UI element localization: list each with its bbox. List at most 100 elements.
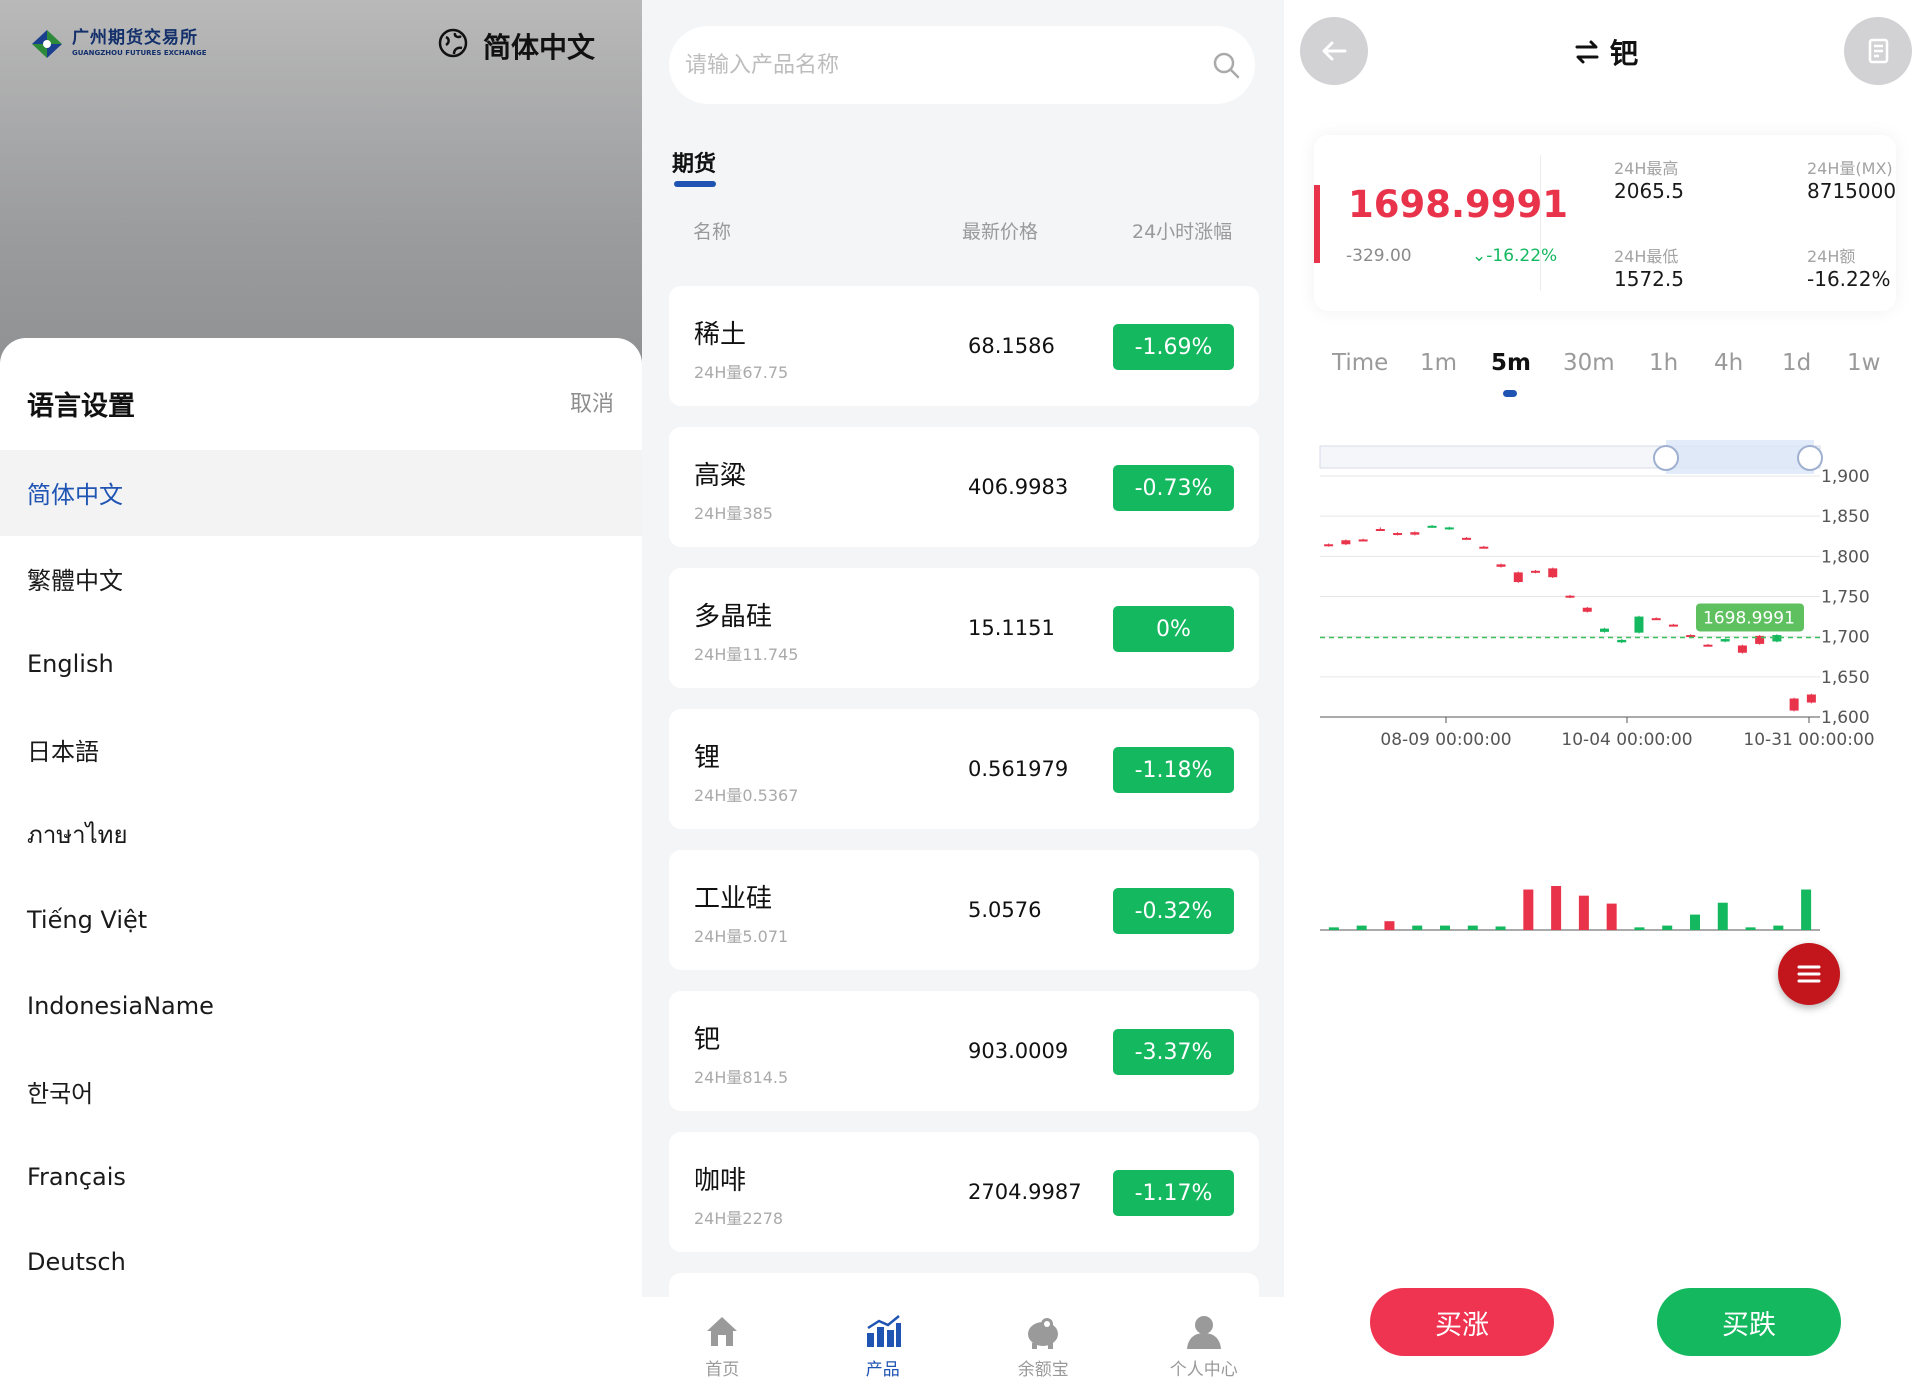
product-row[interactable]: 钯 24H量814.5 903.0009 -3.37% <box>669 991 1259 1111</box>
timeframe-1d[interactable]: 1d <box>1782 350 1811 376</box>
volume-bar <box>1495 926 1506 930</box>
arrow-left-icon <box>1322 41 1347 61</box>
language-option-vi[interactable]: Tiếng Việt <box>0 878 642 964</box>
volume-bar <box>1384 921 1395 930</box>
product-row[interactable]: 多晶硅 24H量11.745 15.1151 0% <box>669 568 1259 688</box>
nav-products-label: 产品 <box>865 1360 900 1380</box>
user-icon <box>1186 1316 1221 1349</box>
cancel-button[interactable]: 取消 <box>570 386 614 418</box>
volume-bar <box>1745 927 1756 930</box>
product-list: 稀土 24H量67.75 68.1586 -1.69% 高粱 24H量385 4… <box>669 286 1259 1389</box>
last-price: 1698.9991 <box>1348 183 1569 226</box>
buy-down-button[interactable]: 买跌 <box>1657 1288 1841 1356</box>
candle-body <box>1772 635 1782 642</box>
product-row[interactable]: 稀土 24H量67.75 68.1586 -1.69% <box>669 286 1259 406</box>
nav-yuebao[interactable]: 余额宝 <box>963 1297 1124 1389</box>
volume-bar <box>1578 895 1589 930</box>
last-price-tag-text: 1698.9991 <box>1703 608 1795 628</box>
nav-products[interactable]: 产品 <box>803 1297 964 1389</box>
language-option-zh-hant[interactable]: 繁體中文 <box>0 536 642 622</box>
candle-body <box>1565 595 1575 598</box>
y-tick-label: 1,700 <box>1821 628 1870 648</box>
product-row[interactable]: 咖啡 24H量2278 2704.9987 -1.17% <box>669 1132 1259 1252</box>
candle-body <box>1703 644 1713 647</box>
candle-body <box>1513 572 1523 583</box>
volume-bar <box>1690 914 1700 930</box>
price-diff: -329.00 <box>1346 246 1412 266</box>
timeframe-time[interactable]: Time <box>1332 350 1388 376</box>
nav-profile[interactable]: 个人中心 <box>1124 1297 1285 1389</box>
language-option-zh-hans[interactable]: 简体中文 <box>0 450 642 536</box>
volume-bar <box>1606 903 1617 930</box>
nav-home[interactable]: 首页 <box>642 1297 803 1389</box>
range-handle-right[interactable] <box>1797 445 1823 471</box>
back-button[interactable] <box>1300 17 1368 85</box>
last-price-tag: 1698.9991 <box>1696 603 1804 632</box>
timeframe-30m[interactable]: 30m <box>1563 350 1615 376</box>
language-option-th[interactable]: ภาษาไทย <box>0 792 642 878</box>
timeframe-4h[interactable]: 4h <box>1714 350 1743 376</box>
volume-bar <box>1662 925 1673 930</box>
y-tick-label: 1,600 <box>1821 708 1870 728</box>
search-icon[interactable] <box>1211 50 1241 80</box>
nav-profile-label: 个人中心 <box>1169 1360 1238 1380</box>
product-row[interactable]: 高粱 24H量385 406.9983 -0.73% <box>669 427 1259 547</box>
volume-bar <box>1412 925 1423 930</box>
product-name: 多晶硅 <box>694 602 773 632</box>
candle-body <box>1806 694 1816 703</box>
volume-bar <box>1801 889 1812 930</box>
timeframe-indicator <box>1503 390 1517 397</box>
candle-body <box>1582 607 1592 612</box>
orders-button[interactable] <box>1844 17 1912 85</box>
product-name: 工业硅 <box>694 884 773 914</box>
column-header-change: 24小时涨幅 <box>1132 221 1233 243</box>
globe-icon <box>437 27 469 66</box>
tab-futures[interactable]: 期货 <box>672 146 716 178</box>
product-change-badge: 0% <box>1113 606 1234 652</box>
language-option-en[interactable]: English <box>0 621 642 707</box>
search-input[interactable] <box>685 44 1185 86</box>
volume-bar <box>1328 927 1339 930</box>
volume-bar <box>1440 925 1450 930</box>
candle-body <box>1617 639 1627 643</box>
language-option-de[interactable]: Deutsch <box>0 1220 642 1306</box>
low-value: 1572.5 <box>1614 267 1684 291</box>
timeframe-1w[interactable]: 1w <box>1847 350 1880 376</box>
product-price: 15.1151 <box>968 616 1055 640</box>
chart-menu-button[interactable] <box>1778 943 1840 1005</box>
nav-home-label: 首页 <box>705 1360 740 1380</box>
buy-up-button[interactable]: 买涨 <box>1370 1288 1554 1356</box>
candle-body <box>1479 546 1489 549</box>
timeframe-1h[interactable]: 1h <box>1649 350 1678 376</box>
volume-bar <box>1773 925 1784 930</box>
volume-bar <box>1467 925 1478 930</box>
language-option-id[interactable]: IndonesiaName <box>0 963 642 1049</box>
product-change-badge: -1.17% <box>1113 1170 1234 1216</box>
product-volume: 24H量67.75 <box>694 363 789 382</box>
timeframe-tabs: Time 1m 5m 30m 1h 4h 1d 1w <box>1284 350 1926 400</box>
language-option-ko[interactable]: 한국어 <box>0 1049 642 1135</box>
language-option-fr[interactable]: Français <box>0 1134 642 1220</box>
language-option-ja[interactable]: 日本語 <box>0 707 642 793</box>
product-name: 稀土 <box>694 320 747 350</box>
language-list: 简体中文 繁體中文 English 日本語 ภาษาไทย Tiếng Việt… <box>0 450 642 1305</box>
product-change-badge: -3.37% <box>1113 1029 1234 1075</box>
x-tick-label: 10-04 00:00:00 <box>1561 730 1692 750</box>
range-selector[interactable] <box>1319 440 1823 474</box>
product-title[interactable]: 钯 <box>1574 32 1638 72</box>
product-volume: 24H量814.5 <box>694 1068 789 1087</box>
product-row[interactable]: 锂 24H量0.5367 0.561979 -1.18% <box>669 709 1259 829</box>
product-volume: 24H量385 <box>694 504 773 523</box>
product-title-text: 钯 <box>1610 37 1639 70</box>
chevron-down-icon: ⌄ <box>1472 246 1487 266</box>
timeframe-5m[interactable]: 5m <box>1491 350 1531 376</box>
current-language-label: 简体中文 <box>483 31 596 64</box>
candlestick-chart[interactable]: 1,900 1,850 1,800 1,750 1,700 1,650 1,600 08-0… <box>1284 430 1926 950</box>
range-handle-left[interactable] <box>1653 445 1679 471</box>
candle-body <box>1668 624 1678 627</box>
language-switch[interactable]: 简体中文 <box>437 26 595 66</box>
timeframe-1m[interactable]: 1m <box>1420 350 1457 376</box>
logo-cn-text: 广州期货交易所 <box>72 27 198 48</box>
candle-body <box>1548 568 1558 578</box>
product-row[interactable]: 工业硅 24H量5.071 5.0576 -0.32% <box>669 850 1259 970</box>
